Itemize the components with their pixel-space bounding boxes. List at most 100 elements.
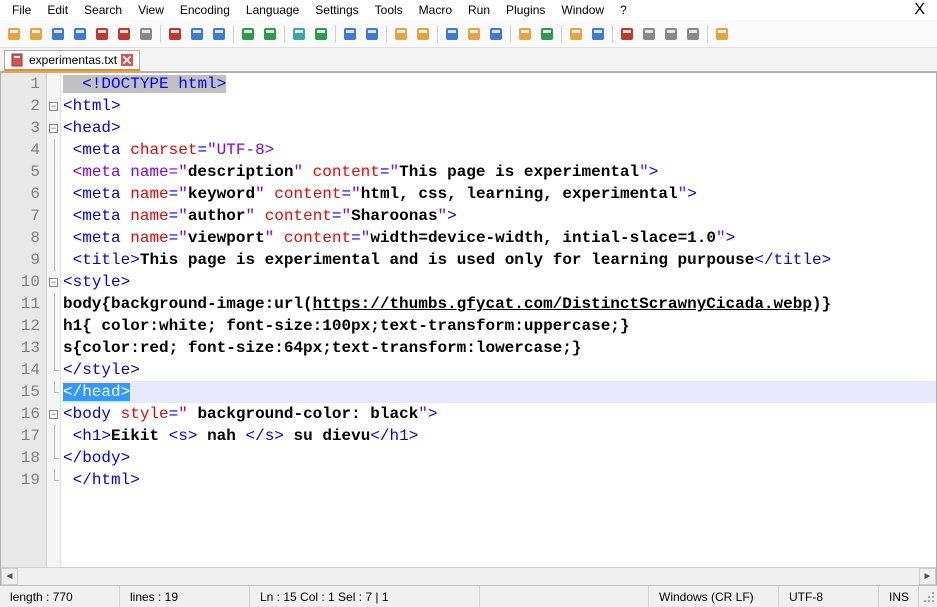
fold-cell[interactable] xyxy=(47,161,60,183)
window-close-button[interactable]: X xyxy=(906,1,933,19)
indent-guide-icon[interactable] xyxy=(486,24,506,44)
code-line[interactable]: <meta name="viewport" content="width=dev… xyxy=(63,227,936,249)
close-all-icon[interactable] xyxy=(114,24,134,44)
sync-h-icon[interactable] xyxy=(413,24,433,44)
fold-cell[interactable] xyxy=(47,469,60,491)
zoom-in-icon[interactable] xyxy=(340,24,360,44)
code-line[interactable]: <html> xyxy=(63,95,936,117)
menu-window[interactable]: Window xyxy=(553,2,612,18)
open-icon[interactable] xyxy=(26,24,46,44)
undo-icon[interactable] xyxy=(238,24,258,44)
menu-search[interactable]: Search xyxy=(76,2,130,18)
menu-run[interactable]: Run xyxy=(460,2,498,18)
fold-cell[interactable]: − xyxy=(47,403,60,425)
line-number: 8 xyxy=(1,227,40,249)
fold-cell[interactable] xyxy=(47,315,60,337)
record-icon[interactable] xyxy=(617,24,637,44)
close-icon[interactable] xyxy=(92,24,112,44)
code-line[interactable]: <meta name="keyword" content="html, css,… xyxy=(63,183,936,205)
play-multi-icon[interactable] xyxy=(683,24,703,44)
scroll-right-arrow[interactable]: ► xyxy=(919,568,936,585)
tab-close-icon[interactable] xyxy=(121,54,133,66)
fold-cell[interactable] xyxy=(47,381,60,403)
stop-icon[interactable] xyxy=(639,24,659,44)
save-all-icon[interactable] xyxy=(70,24,90,44)
zoom-out-icon[interactable] xyxy=(362,24,382,44)
code-line[interactable]: <title>This page is experimental and is … xyxy=(63,249,936,271)
find-icon[interactable] xyxy=(289,24,309,44)
code-line[interactable]: <head> xyxy=(63,117,936,139)
menu-tools[interactable]: Tools xyxy=(367,2,411,18)
fold-cell[interactable] xyxy=(47,249,60,271)
fold-column[interactable]: −−−− xyxy=(47,73,61,567)
paste-icon[interactable] xyxy=(209,24,229,44)
new-icon[interactable] xyxy=(4,24,24,44)
fold-cell[interactable] xyxy=(47,205,60,227)
code-line[interactable]: <body style=" background-color: black"> xyxy=(63,403,936,425)
code-content[interactable]: <!DOCTYPE html><html><head> <meta charse… xyxy=(61,73,936,567)
status-encoding[interactable]: UTF-8 xyxy=(779,586,879,607)
monitor-icon[interactable] xyxy=(588,24,608,44)
fold-cell[interactable] xyxy=(47,293,60,315)
fold-cell[interactable] xyxy=(47,337,60,359)
folder-icon[interactable] xyxy=(566,24,586,44)
copy-icon[interactable] xyxy=(187,24,207,44)
code-line[interactable]: s{color:red; font-size:64px;text-transfo… xyxy=(63,337,936,359)
code-line[interactable]: </html> xyxy=(63,469,936,491)
code-line[interactable]: <meta name="author" content="Sharoonas"> xyxy=(63,205,936,227)
fold-cell[interactable]: − xyxy=(47,117,60,139)
print-icon[interactable] xyxy=(136,24,156,44)
fold-cell[interactable] xyxy=(47,359,60,381)
fold-cell[interactable]: − xyxy=(47,95,60,117)
fold-cell[interactable] xyxy=(47,139,60,161)
status-eol[interactable]: Windows (CR LF) xyxy=(649,586,779,607)
code-line[interactable]: h1{ color:white; font-size:100px;text-tr… xyxy=(63,315,936,337)
code-line[interactable]: <meta charset="UTF-8> xyxy=(63,139,936,161)
menu-file[interactable]: File xyxy=(4,2,39,18)
fold-cell[interactable] xyxy=(47,73,60,95)
status-mode[interactable]: INS xyxy=(879,586,919,607)
tab-active[interactable]: experimentas.txt xyxy=(4,50,140,71)
fold-cell[interactable]: − xyxy=(47,271,60,293)
scroll-left-arrow[interactable]: ◄ xyxy=(1,568,18,585)
redo-icon[interactable] xyxy=(260,24,280,44)
fold-cell[interactable] xyxy=(47,447,60,469)
fold-cell[interactable] xyxy=(47,183,60,205)
all-chars-icon[interactable] xyxy=(464,24,484,44)
line-number: 1 xyxy=(1,73,40,95)
scroll-track[interactable] xyxy=(18,568,919,585)
fold-cell[interactable] xyxy=(47,227,60,249)
toolbar-separator xyxy=(335,25,336,43)
code-line[interactable]: <meta name="description" content="This p… xyxy=(63,161,936,183)
play-icon[interactable] xyxy=(661,24,681,44)
code-line[interactable]: </style> xyxy=(63,359,936,381)
code-line[interactable]: <h1>Eikit <s> nah </s> su dievu</h1> xyxy=(63,425,936,447)
status-lines: lines : 19 xyxy=(120,586,250,607)
sync-v-icon[interactable] xyxy=(391,24,411,44)
lang-icon[interactable] xyxy=(515,24,535,44)
code-line[interactable]: body{background-image:url(https://thumbs… xyxy=(63,293,936,315)
menu-encoding[interactable]: Encoding xyxy=(172,2,238,18)
code-line[interactable]: <!DOCTYPE html> xyxy=(63,73,936,95)
menu-language[interactable]: Language xyxy=(238,2,307,18)
menu-view[interactable]: View xyxy=(130,2,172,18)
replace-icon[interactable] xyxy=(311,24,331,44)
doc-map-icon[interactable] xyxy=(537,24,557,44)
save-icon[interactable] xyxy=(48,24,68,44)
menu-edit[interactable]: Edit xyxy=(39,2,76,18)
macro-save-icon[interactable] xyxy=(712,24,732,44)
cut-icon[interactable] xyxy=(165,24,185,44)
wrap-icon[interactable] xyxy=(442,24,462,44)
horizontal-scrollbar[interactable]: ◄ ► xyxy=(1,567,936,584)
resize-grip-icon[interactable] xyxy=(919,589,937,605)
code-line[interactable]: </body> xyxy=(63,447,936,469)
app-window: { "menu": { "items": ["File", "Edit", "S… xyxy=(0,0,937,607)
code-line[interactable]: <style> xyxy=(63,271,936,293)
menu-macro[interactable]: Macro xyxy=(411,2,460,18)
code-editor[interactable]: 12345678910111213141516171819 −−−− <!DOC… xyxy=(1,73,936,567)
menu-plugins[interactable]: Plugins xyxy=(498,2,553,18)
menu-settings[interactable]: Settings xyxy=(307,2,366,18)
fold-cell[interactable] xyxy=(47,425,60,447)
code-line[interactable]: </head> xyxy=(63,381,936,403)
menu-help[interactable]: ? xyxy=(612,2,635,18)
